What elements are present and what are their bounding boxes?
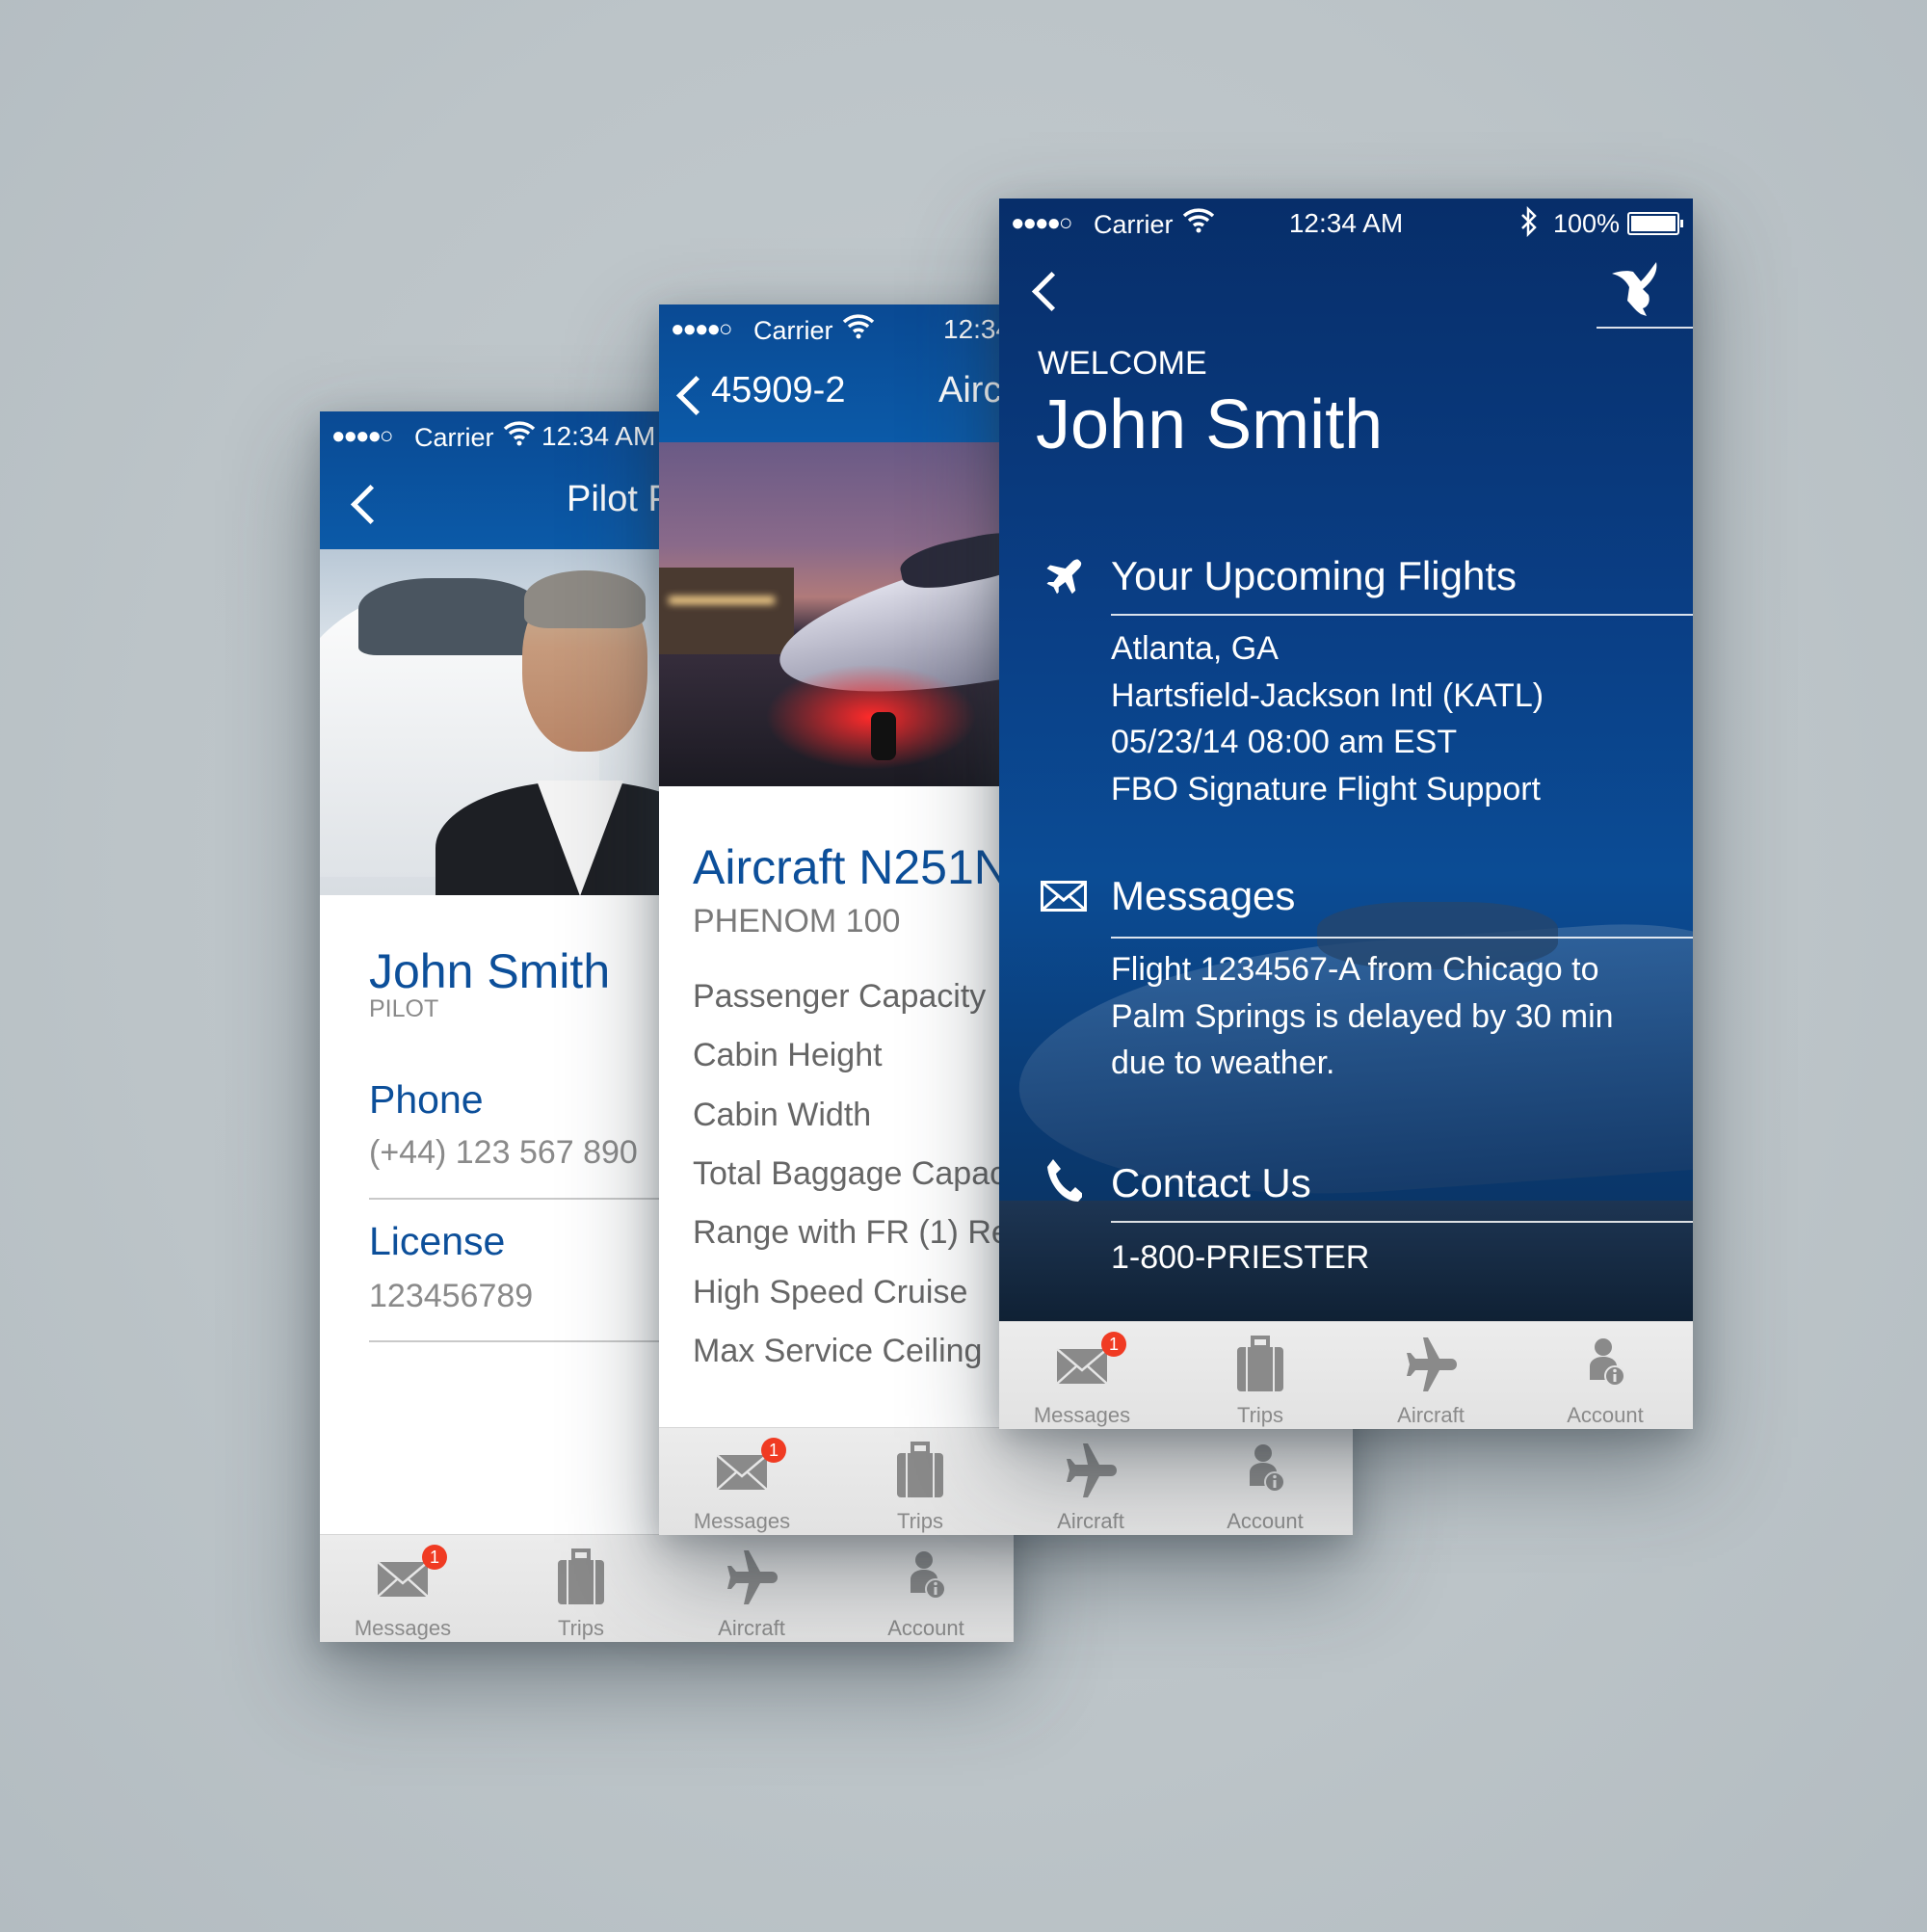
tab-label: Trips	[1236, 1403, 1284, 1427]
carrier-label: Carrier	[753, 316, 833, 345]
airplane-icon	[1407, 1337, 1457, 1391]
spec-label: Total Baggage Capac	[693, 1154, 1007, 1192]
carrier-label: Carrier	[414, 423, 494, 452]
tab-messages[interactable]: Messages 1	[670, 1428, 814, 1535]
tab-label: Messages	[693, 1509, 791, 1533]
info-line: Flight 1234567-A from Chicago to	[1111, 951, 1599, 988]
tab-label: Aircraft	[1057, 1509, 1124, 1533]
suitcase-icon	[1237, 1336, 1283, 1391]
tab-trips[interactable]: Trips	[1188, 1322, 1333, 1429]
spec-label: Cabin Width	[693, 1096, 872, 1133]
phone-value[interactable]: (+44) 123 567 890	[369, 1134, 638, 1172]
info-line: 05/23/14 08:00 am EST	[1111, 724, 1458, 761]
spec-label: Max Service Ceiling	[693, 1332, 983, 1369]
battery-icon	[1627, 212, 1683, 235]
battery-percent: 100%	[1552, 209, 1620, 238]
aircraft-title: Aircraft N251N	[693, 840, 1009, 894]
spec-label: High Speed Cruise	[693, 1273, 968, 1310]
tab-account[interactable]: Account	[1533, 1322, 1677, 1429]
tab-label: Account	[887, 1616, 964, 1640]
airplane-icon	[727, 1550, 778, 1604]
back-button[interactable]	[1031, 271, 1072, 312]
tab-trips[interactable]: Trips	[848, 1428, 992, 1535]
back-label[interactable]: 45909-2	[711, 370, 845, 411]
tab-label: Messages	[1033, 1403, 1131, 1427]
tab-aircraft[interactable]: Aircraft	[1359, 1322, 1503, 1429]
tab-bar: Messages 1 Trips Aircraft Account	[999, 1321, 1693, 1429]
tab-bar: Messages 1 Trips Aircraft Account	[320, 1534, 1014, 1642]
bluetooth-icon	[1521, 206, 1537, 237]
info-line: Atlanta, GA	[1111, 630, 1279, 667]
info-line: due to weather.	[1111, 1045, 1335, 1081]
flights-heading[interactable]: Your Upcoming Flights	[1111, 553, 1517, 599]
status-time: 12:34 AM	[541, 421, 656, 451]
phone-label: Phone	[369, 1077, 484, 1122]
contact-phone[interactable]: 1-800-PRIESTER	[1111, 1239, 1369, 1277]
logo-underline	[1597, 327, 1693, 329]
license-label: License	[369, 1219, 506, 1263]
home-screen: ●●●●○ Carrier 12:34 AM 100% WELCOME John…	[999, 198, 1693, 1429]
tab-account[interactable]: Account	[854, 1535, 998, 1642]
tab-messages[interactable]: Messages 1	[1010, 1322, 1154, 1429]
unread-badge: 1	[1101, 1332, 1126, 1357]
pilot-name: John Smith	[369, 944, 611, 998]
divider	[1111, 1221, 1693, 1223]
info-line: Hartsfield-Jackson Intl (KATL)	[1111, 676, 1544, 714]
signal-icon: ●●●●○	[671, 316, 733, 342]
tab-trips[interactable]: Trips	[509, 1535, 653, 1642]
tab-messages[interactable]: Messages 1	[330, 1535, 475, 1642]
contact-heading[interactable]: Contact Us	[1111, 1160, 1311, 1206]
envelope-icon	[1041, 881, 1087, 912]
tab-account[interactable]: Account	[1193, 1428, 1337, 1535]
signal-icon: ●●●●○	[331, 423, 394, 449]
tab-label: Trips	[896, 1509, 944, 1533]
back-button[interactable]	[350, 484, 391, 525]
tab-label: Aircraft	[718, 1616, 785, 1640]
spec-label: Range with FR (1) Res	[693, 1214, 1026, 1252]
airplane-icon	[1067, 1443, 1117, 1497]
back-button[interactable]	[675, 375, 717, 416]
messages-heading[interactable]: Messages	[1111, 873, 1295, 919]
info-line: Palm Springs is delayed by 30 min	[1111, 997, 1614, 1035]
divider	[1111, 614, 1693, 616]
status-bar: ●●●●○ Carrier 12:34 AM 100%	[999, 198, 1693, 253]
tab-aircraft[interactable]: Aircraft	[1018, 1428, 1163, 1535]
aircraft-model: PHENOM 100	[693, 903, 901, 940]
pilot-role: PILOT	[369, 995, 439, 1022]
account-info-icon	[911, 1551, 946, 1600]
spec-label: Passenger Capacity	[693, 978, 987, 1015]
account-info-icon	[1250, 1444, 1285, 1493]
divider	[1111, 937, 1693, 939]
tab-label: Trips	[557, 1616, 605, 1640]
info-line: FBO Signature Flight Support	[1111, 771, 1542, 808]
unread-badge: 1	[422, 1545, 447, 1570]
tab-aircraft[interactable]: Aircraft	[679, 1535, 824, 1642]
airplane-icon	[1046, 559, 1082, 595]
tab-label: Messages	[354, 1616, 452, 1640]
tab-label: Aircraft	[1397, 1403, 1465, 1427]
tab-bar: Messages 1 Trips Aircraft Account	[659, 1427, 1353, 1535]
unread-badge: 1	[761, 1438, 786, 1463]
welcome-label: WELCOME	[1038, 345, 1207, 382]
account-info-icon	[1590, 1338, 1625, 1387]
spec-label: Cabin Height	[693, 1037, 883, 1074]
tab-label: Account	[1567, 1403, 1644, 1427]
tab-label: Account	[1227, 1509, 1304, 1533]
license-value: 123456789	[369, 1278, 534, 1314]
suitcase-icon	[897, 1442, 943, 1497]
eagle-logo-icon[interactable]	[1612, 262, 1660, 316]
user-name: John Smith	[1036, 386, 1384, 463]
wifi-icon	[503, 421, 536, 446]
wifi-icon	[842, 314, 875, 339]
phone-icon	[1047, 1159, 1082, 1202]
suitcase-icon	[558, 1548, 604, 1604]
